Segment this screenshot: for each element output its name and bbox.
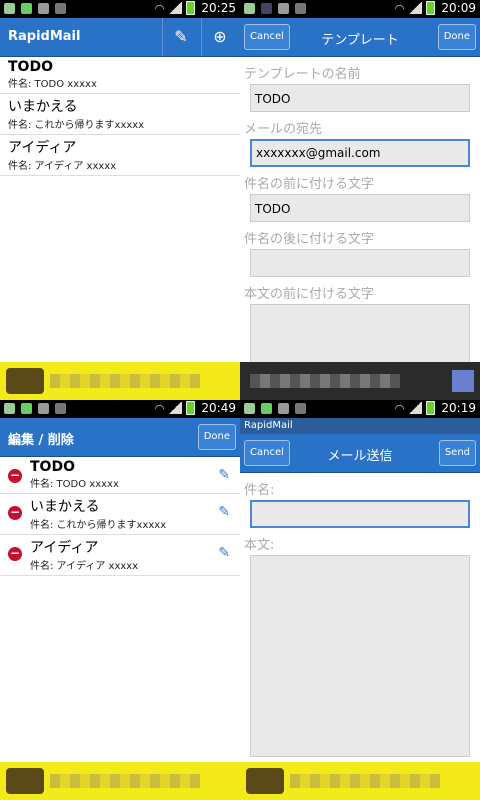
wifi-icon: ◠ xyxy=(394,1,405,15)
name-field[interactable]: TODO xyxy=(250,84,470,112)
list-item[interactable]: いまかえる 件名: これから帰りますxxxxx xyxy=(0,94,240,135)
sim-icon xyxy=(4,403,15,414)
delete-icon[interactable]: − xyxy=(8,547,22,561)
action-bar: Cancel テンプレート Done xyxy=(240,18,480,57)
signal-icon xyxy=(408,2,423,14)
sim-icon xyxy=(244,3,255,14)
subject-label: 件名: xyxy=(244,483,275,498)
status-bar: ◠ 20:19 xyxy=(240,400,480,418)
email-field[interactable]: xxxxxxx@gmail.com xyxy=(250,139,470,167)
prefix-label: 件名の前に付ける文字 xyxy=(244,177,375,192)
panel-template-list: ◠ 20:25 RapidMail ✎ ⊕ TODO 件名: TODO xxxxx … xyxy=(0,0,240,400)
usb-icon xyxy=(278,403,289,414)
plus-circle-icon[interactable]: ⊕ xyxy=(201,18,239,56)
action-bar: Cancel メール送信 Send xyxy=(240,434,480,473)
pencil-icon[interactable]: ✎ xyxy=(218,545,230,561)
status-bar: ◠ 20:09 xyxy=(240,0,480,18)
edit-list: − TODO 件名: TODO xxxxx ✎ − いまかえる 件名: これから帰りますx… xyxy=(0,457,240,576)
clock: 20:19 xyxy=(441,401,476,415)
page-title: 編集 / 削除 xyxy=(8,433,74,448)
battery-icon xyxy=(426,401,436,415)
clock: 20:25 xyxy=(201,1,236,15)
battery-icon xyxy=(186,401,196,415)
app-name: RapidMail xyxy=(240,418,480,434)
facebook-icon xyxy=(261,3,272,14)
signal-icon xyxy=(168,402,183,414)
suffix-label: 件名の後に付ける文字 xyxy=(244,232,375,247)
sim-icon xyxy=(4,3,15,14)
check-icon xyxy=(295,3,306,14)
suffix-field[interactable] xyxy=(250,249,470,277)
action-bar: 編集 / 削除 Done xyxy=(0,418,240,457)
body-field[interactable] xyxy=(250,555,470,757)
body-prefix-label: 本文の前に付ける文字 xyxy=(244,287,375,302)
panel-edit-delete: ◠ 20:49 編集 / 削除 Done − TODO 件名: TODO xxxxx ✎… xyxy=(0,400,240,800)
status-bar: ◠ 20:49 xyxy=(0,400,240,418)
usb-icon xyxy=(38,403,49,414)
usb-icon xyxy=(278,3,289,14)
pencil-icon[interactable]: ✎ xyxy=(162,18,200,56)
check-icon xyxy=(55,3,66,14)
check-icon xyxy=(295,403,306,414)
template-list: TODO 件名: TODO xxxxx いまかえる 件名: これから帰りますxxxx… xyxy=(0,57,240,176)
ad-banner[interactable] xyxy=(240,362,480,400)
pencil-icon[interactable]: ✎ xyxy=(218,504,230,520)
android-icon xyxy=(21,3,32,14)
done-button[interactable]: Done xyxy=(437,24,476,50)
body-prefix-field[interactable] xyxy=(250,304,470,368)
delete-icon[interactable]: − xyxy=(8,506,22,520)
list-item[interactable]: − アイディア 件名: アイディア xxxxx ✎ xyxy=(0,535,240,576)
battery-icon xyxy=(186,1,196,15)
ad-banner[interactable] xyxy=(0,762,240,800)
subject-field[interactable] xyxy=(250,500,470,528)
clock: 20:49 xyxy=(201,401,236,415)
to-label: メールの宛先 xyxy=(244,122,323,137)
signal-icon xyxy=(168,2,183,14)
panel-send-mail: ◠ 20:19 RapidMail Cancel メール送信 Send 件名: 本… xyxy=(240,400,480,800)
usb-icon xyxy=(38,3,49,14)
body-label: 本文: xyxy=(244,538,275,553)
sim-icon xyxy=(244,403,255,414)
wifi-icon: ◠ xyxy=(394,401,405,415)
check-icon xyxy=(55,403,66,414)
android-icon xyxy=(21,403,32,414)
android-icon xyxy=(261,403,272,414)
list-item[interactable]: − いまかえる 件名: これから帰りますxxxxx ✎ xyxy=(0,494,240,535)
clock: 20:09 xyxy=(441,1,476,15)
name-label: テンプレートの名前 xyxy=(244,67,361,82)
list-item[interactable]: − TODO 件名: TODO xxxxx ✎ xyxy=(0,457,240,494)
ad-icon xyxy=(452,370,474,392)
done-button[interactable]: Done xyxy=(197,424,236,450)
list-item[interactable]: アイディア 件名: アイディア xxxxx xyxy=(0,135,240,176)
signal-icon xyxy=(408,402,423,414)
ad-banner[interactable] xyxy=(0,362,240,400)
app-title: RapidMail xyxy=(8,29,81,44)
battery-icon xyxy=(426,1,436,15)
ad-banner[interactable] xyxy=(240,762,480,800)
action-bar: RapidMail ✎ ⊕ xyxy=(0,18,240,57)
wifi-icon: ◠ xyxy=(154,1,165,15)
delete-icon[interactable]: − xyxy=(8,469,22,483)
panel-template-edit: ◠ 20:09 Cancel テンプレート Done テンプレートの名前 TODO… xyxy=(240,0,480,400)
send-button[interactable]: Send xyxy=(438,440,476,466)
pencil-icon[interactable]: ✎ xyxy=(218,467,230,483)
status-bar: ◠ 20:25 xyxy=(0,0,240,18)
list-item[interactable]: TODO 件名: TODO xxxxx xyxy=(0,57,240,94)
wifi-icon: ◠ xyxy=(154,401,165,415)
prefix-field[interactable]: TODO xyxy=(250,194,470,222)
